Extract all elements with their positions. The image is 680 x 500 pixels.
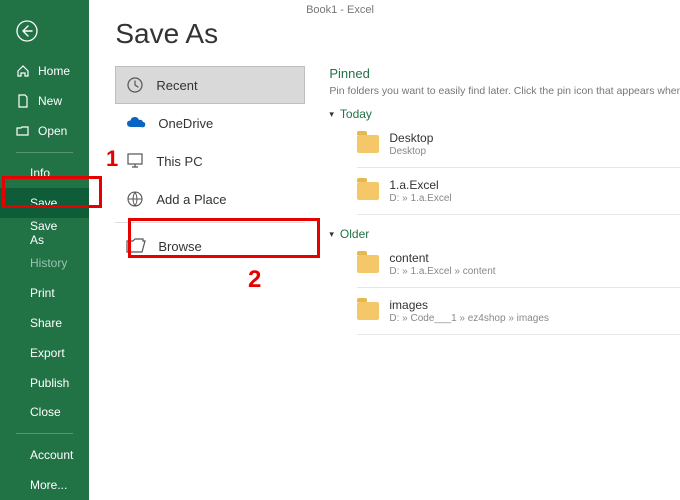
sidebar-label: New <box>38 94 62 108</box>
sidebar-item-new[interactable]: New <box>0 86 89 116</box>
sidebar-label: Export <box>30 346 65 360</box>
sidebar-label: Home <box>38 64 70 78</box>
back-arrow-icon <box>16 20 38 42</box>
sidebar-label: Print <box>30 286 55 300</box>
folder-row[interactable]: 1.a.Excel D: » 1.a.Excel <box>329 174 680 208</box>
folder-name: images <box>389 298 549 312</box>
clock-icon <box>126 76 144 94</box>
sidebar-label: Save As <box>30 219 73 247</box>
sidebar-item-save-as[interactable]: Save As <box>0 218 89 248</box>
folder-icon <box>357 255 379 273</box>
caret-down-icon: ▾ <box>329 109 334 120</box>
pinned-help-text: Pin folders you want to easily find late… <box>329 85 680 97</box>
sidebar-item-home[interactable]: Home <box>0 56 89 86</box>
sidebar-label: Publish <box>30 376 69 390</box>
new-doc-icon <box>16 94 30 108</box>
folder-path: Desktop <box>389 146 433 157</box>
location-recent[interactable]: Recent <box>115 66 305 104</box>
sidebar-item-publish[interactable]: Publish <box>0 368 89 398</box>
location-add-place[interactable]: Add a Place <box>115 180 305 218</box>
sidebar-item-more[interactable]: More... <box>0 470 89 500</box>
folder-path: D: » 1.a.Excel <box>389 193 451 204</box>
sidebar-label: Account <box>30 448 73 462</box>
pinned-heading: Pinned <box>329 66 680 81</box>
annotation-label-1: 1 <box>106 146 118 172</box>
group-label: Older <box>340 227 369 241</box>
sidebar-item-close[interactable]: Close <box>0 397 89 427</box>
sidebar-item-export[interactable]: Export <box>0 338 89 368</box>
row-divider <box>357 167 680 168</box>
sidebar-label: More... <box>30 478 67 492</box>
folder-row[interactable]: content D: » 1.a.Excel » content <box>329 247 680 281</box>
page-title: Save As <box>115 18 680 50</box>
sidebar-label: Close <box>30 405 61 419</box>
sidebar-divider <box>16 433 73 434</box>
row-divider <box>357 214 680 215</box>
backstage-sidebar: Home New Open Info Save Save As History … <box>0 0 89 500</box>
sidebar-label: Share <box>30 316 62 330</box>
group-older[interactable]: ▾ Older <box>329 227 680 241</box>
sidebar-label: History <box>30 256 67 270</box>
back-button[interactable] <box>0 16 89 56</box>
folder-name: 1.a.Excel <box>389 178 451 192</box>
annotation-box-1 <box>2 176 102 208</box>
location-label: OneDrive <box>158 116 213 131</box>
add-place-icon <box>126 190 144 208</box>
location-label: Recent <box>156 78 197 93</box>
annotation-label-2: 2 <box>248 266 261 294</box>
thispc-icon <box>126 152 144 170</box>
pinned-panel: Pinned Pin folders you want to easily fi… <box>329 66 680 341</box>
folder-icon <box>357 302 379 320</box>
row-divider <box>357 287 680 288</box>
sidebar-item-history: History <box>0 248 89 278</box>
sidebar-item-open[interactable]: Open <box>0 116 89 146</box>
location-this-pc[interactable]: This PC <box>115 142 305 180</box>
app-root: Home New Open Info Save Save As History … <box>0 0 680 500</box>
folder-row[interactable]: images D: » Code___1 » ez4shop » images <box>329 294 680 328</box>
group-today[interactable]: ▾ Today <box>329 107 680 121</box>
content-columns: Recent OneDrive This PC Add a Place <box>115 66 680 341</box>
sidebar-item-account[interactable]: Account <box>0 440 89 470</box>
folder-path: D: » 1.a.Excel » content <box>389 266 495 277</box>
folder-icon <box>357 182 379 200</box>
folder-name: Desktop <box>389 131 433 145</box>
open-folder-icon <box>16 124 30 138</box>
folder-name: content <box>389 251 495 265</box>
annotation-box-2 <box>128 218 320 258</box>
location-label: Add a Place <box>156 192 226 207</box>
caret-down-icon: ▾ <box>329 229 334 240</box>
sidebar-item-share[interactable]: Share <box>0 308 89 338</box>
group-label: Today <box>340 107 372 121</box>
folder-row[interactable]: Desktop Desktop <box>329 127 680 161</box>
location-label: This PC <box>156 154 202 169</box>
sidebar-label: Open <box>38 124 67 138</box>
folder-path: D: » Code___1 » ez4shop » images <box>389 313 549 324</box>
onedrive-icon <box>126 116 146 130</box>
sidebar-item-print[interactable]: Print <box>0 278 89 308</box>
location-list: Recent OneDrive This PC Add a Place <box>115 66 305 341</box>
folder-icon <box>357 135 379 153</box>
home-icon <box>16 64 30 78</box>
row-divider <box>357 334 680 335</box>
sidebar-divider <box>16 152 73 153</box>
location-onedrive[interactable]: OneDrive <box>115 104 305 142</box>
